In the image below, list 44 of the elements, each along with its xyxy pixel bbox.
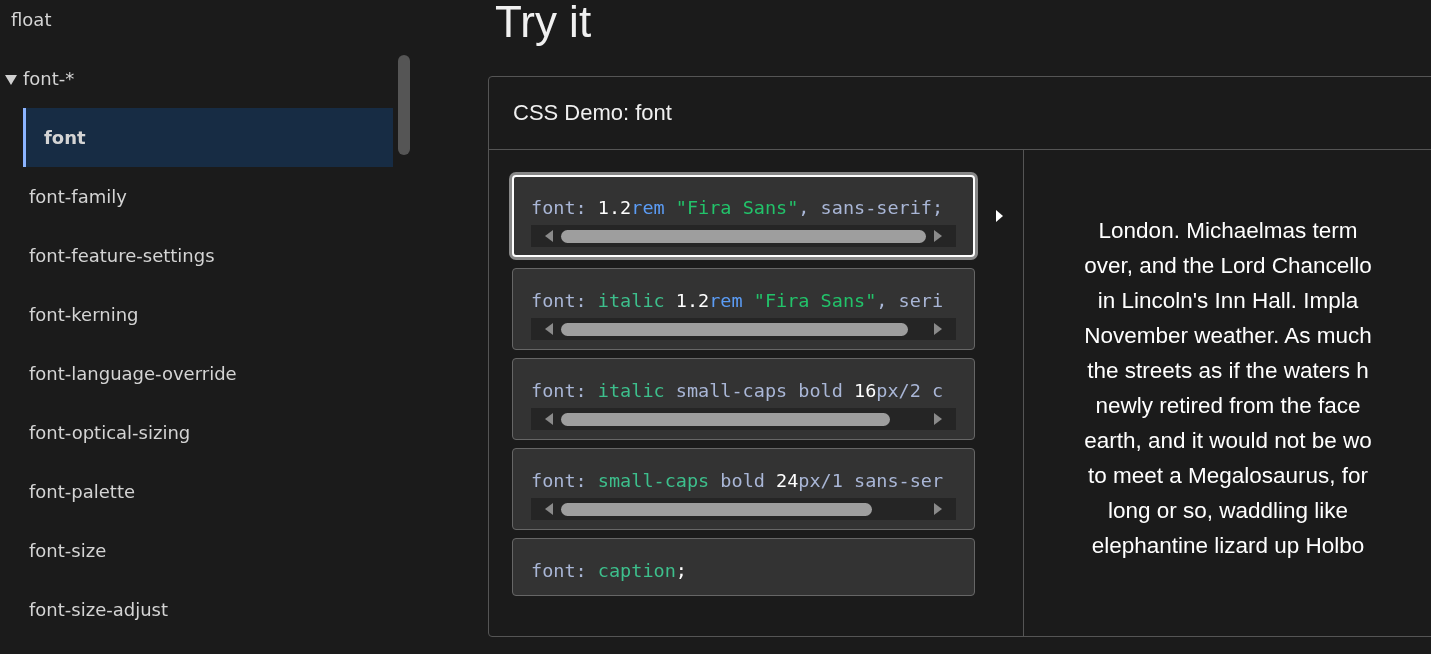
- preview-text-line: November weather. As much: [1084, 322, 1372, 350]
- preview-text-line: elephantine lizard up Holbo: [1091, 532, 1365, 560]
- code-option[interactable]: font: italic small-caps bold 16px/2 c: [512, 358, 975, 440]
- sidebar-item[interactable]: font-feature-settings: [0, 226, 215, 285]
- sidebar-item[interactable]: font-family: [0, 167, 127, 226]
- scroll-left-icon[interactable]: [543, 412, 555, 426]
- sidebar-group-label: font-*: [23, 68, 75, 89]
- scroll-left-icon[interactable]: [543, 502, 555, 516]
- horizontal-scrollbar[interactable]: [531, 498, 956, 520]
- horizontal-scrollbar[interactable]: [531, 408, 956, 430]
- sidebar-item[interactable]: font-palette: [0, 462, 136, 521]
- section-heading: Try it: [495, 0, 593, 48]
- preview-text-line: London. Michaelmas term: [1098, 217, 1358, 245]
- code-option[interactable]: font: small-caps bold 24px/1 sans-ser: [512, 448, 975, 530]
- scroll-right-icon[interactable]: [932, 502, 944, 516]
- sidebar-group[interactable]: font-*: [0, 49, 75, 108]
- sidebar-item[interactable]: font-kerning: [0, 285, 139, 344]
- scroll-left-icon[interactable]: [543, 229, 555, 243]
- demo-title: CSS Demo: font: [513, 100, 672, 126]
- caret-icon: [5, 72, 17, 85]
- sidebar-item[interactable]: float: [0, 0, 52, 49]
- preview-text-line: in Lincoln's Inn Hall. Impla: [1097, 287, 1359, 315]
- preview-text-line: over, and the Lord Chancello: [1084, 252, 1372, 280]
- code-option[interactable]: font: caption;: [512, 538, 975, 596]
- code-option[interactable]: font: italic 1.2 rem "Fira Sans", seri: [512, 268, 975, 350]
- scroll-right-icon[interactable]: [932, 229, 944, 243]
- sidebar-item[interactable]: font-size-adjust: [0, 580, 168, 639]
- preview-text-line: newly retired from the face: [1095, 392, 1361, 420]
- code-option[interactable]: font: 1.2 rem "Fira Sans", sans-serif;: [512, 175, 975, 257]
- scrollbar-thumb[interactable]: [398, 55, 410, 155]
- horizontal-scrollbar[interactable]: [531, 318, 956, 340]
- horizontal-scrollbar[interactable]: [531, 225, 956, 247]
- preview-text-line: to meet a Megalosaurus, for: [1087, 462, 1369, 490]
- sidebar-item[interactable]: font-size: [0, 521, 107, 580]
- selected-indicator-icon: [995, 210, 1003, 222]
- preview-text-line: earth, and it would not be wo: [1084, 427, 1372, 455]
- scroll-left-icon[interactable]: [543, 322, 555, 336]
- sidebar-item[interactable]: font-optical-sizing: [0, 403, 191, 462]
- preview-text-line: long or so, waddling like: [1107, 497, 1349, 525]
- sidebar-item[interactable]: font: [23, 108, 393, 167]
- sidebar-item[interactable]: font-language-override: [0, 344, 237, 403]
- scroll-right-icon[interactable]: [932, 412, 944, 426]
- preview-text-line: the streets as if the waters h: [1087, 357, 1369, 385]
- scroll-right-icon[interactable]: [932, 322, 944, 336]
